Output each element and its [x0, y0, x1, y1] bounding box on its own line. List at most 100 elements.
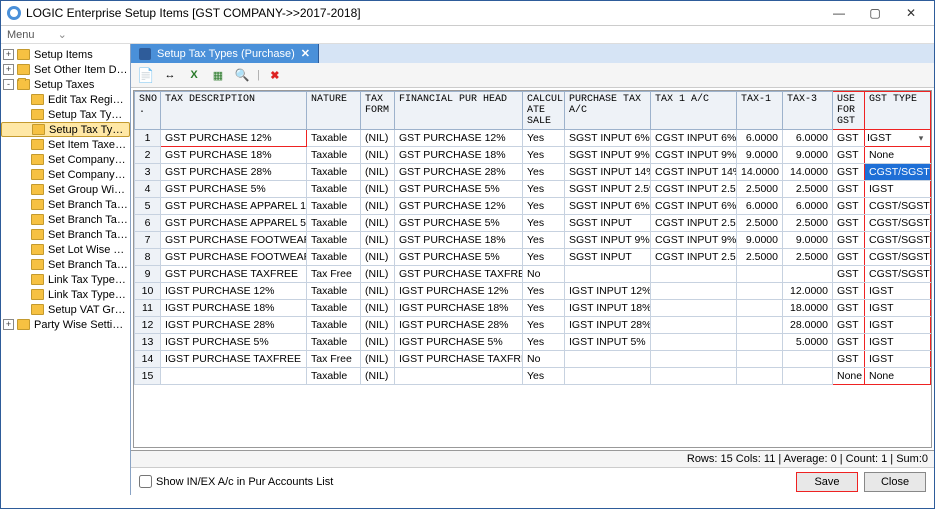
gst-type-cell[interactable]: CGST/SGST [865, 232, 931, 249]
sidebar-item-1[interactable]: +Set Other Item Details [1, 62, 130, 77]
gst-type-cell[interactable]: IGST [865, 300, 931, 317]
gst-type-cell[interactable]: None [865, 368, 931, 385]
cell[interactable]: GST PURCHASE FOOTWEAR 18% [161, 232, 307, 249]
col-header-4[interactable]: FINANCIAL PUR HEAD [395, 92, 523, 130]
table-row[interactable]: 5GST PURCHASE APPAREL 12%Taxable(NIL)GST… [135, 198, 931, 215]
maximize-button[interactable]: ▢ [858, 4, 892, 22]
cell[interactable]: 2.5000 [783, 181, 833, 198]
cell[interactable]: 11 [135, 300, 161, 317]
cell[interactable] [651, 351, 737, 368]
cell[interactable]: CGST INPUT 9% [651, 232, 737, 249]
tab-close-icon[interactable]: ✕ [301, 47, 310, 60]
col-header-10[interactable]: USE FOR GST [833, 92, 865, 130]
tree-toggle-icon[interactable]: + [3, 64, 14, 75]
cell[interactable]: GST [833, 249, 865, 266]
table-row[interactable]: 13IGST PURCHASE 5%Taxable(NIL)IGST PURCH… [135, 334, 931, 351]
cell[interactable]: IGST PURCHASE 18% [161, 300, 307, 317]
cell[interactable]: Taxable [307, 164, 361, 181]
gst-type-cell[interactable]: CGST/SGST [865, 266, 931, 283]
gst-type-cell[interactable]: CGST/SGST [865, 198, 931, 215]
cell[interactable]: Taxable [307, 368, 361, 385]
cell[interactable]: (NIL) [361, 249, 395, 266]
find-button[interactable]: 🔍 [233, 66, 251, 84]
cell[interactable]: SGST INPUT 6% [565, 130, 651, 147]
cell[interactable]: 10 [135, 283, 161, 300]
table-row[interactable]: 14IGST PURCHASE TAXFREETax Free(NIL)IGST… [135, 351, 931, 368]
gst-type-cell[interactable]: IGST [865, 283, 931, 300]
cell[interactable]: 9.0000 [783, 232, 833, 249]
cell[interactable]: (NIL) [361, 232, 395, 249]
save-button[interactable]: Save [796, 472, 858, 492]
cell[interactable]: (NIL) [361, 300, 395, 317]
gst-type-dropdown[interactable]: IGSTNoneCGST/SGSTIGST [865, 146, 931, 147]
cell[interactable]: Tax Free [307, 266, 361, 283]
cell[interactable]: 6.0000 [783, 198, 833, 215]
cell[interactable]: 18.0000 [783, 300, 833, 317]
cell[interactable] [737, 266, 783, 283]
cell[interactable]: 2.5000 [783, 249, 833, 266]
export-xls-button[interactable]: X [185, 66, 203, 84]
sidebar-item-15[interactable]: Link Tax Types(Rate Basis) - Sale [1, 272, 130, 287]
cell[interactable]: 13 [135, 334, 161, 351]
cell[interactable]: 6.0000 [737, 130, 783, 147]
cell[interactable]: (NIL) [361, 198, 395, 215]
cell[interactable]: Tax Free [307, 351, 361, 368]
autowidth-button[interactable]: ↔ [161, 66, 179, 84]
sidebar-item-4[interactable]: Setup Tax Types (Sale) [1, 107, 130, 122]
cell[interactable] [737, 283, 783, 300]
cell[interactable]: (NIL) [361, 130, 395, 147]
cell[interactable]: Taxable [307, 232, 361, 249]
cell[interactable]: IGST PURCHASE 28% [161, 317, 307, 334]
cell[interactable]: 3 [135, 164, 161, 181]
cell[interactable]: 2.5000 [737, 181, 783, 198]
cell[interactable]: (NIL) [361, 266, 395, 283]
cell[interactable] [737, 351, 783, 368]
cell[interactable]: (NIL) [361, 334, 395, 351]
close-button[interactable]: Close [864, 472, 926, 492]
cell[interactable]: 14 [135, 351, 161, 368]
sidebar-item-2[interactable]: -Setup Taxes [1, 77, 130, 92]
cell[interactable]: GST PURCHASE 5% [395, 249, 523, 266]
sidebar-item-11[interactable]: Set Branch Tax Group Wise Comp... [1, 212, 130, 227]
close-window-button[interactable]: ✕ [894, 4, 928, 22]
show-inex-checkbox[interactable] [139, 475, 152, 488]
cell[interactable]: GST PURCHASE 18% [395, 147, 523, 164]
col-header-8[interactable]: TAX-1 [737, 92, 783, 130]
sidebar-item-16[interactable]: Link Tax Types(Rate Basis) - Purch... [1, 287, 130, 302]
sidebar-item-13[interactable]: Set Lot Wise Taxes for Sale [1, 242, 130, 257]
cell[interactable]: Yes [523, 317, 565, 334]
cell[interactable] [651, 300, 737, 317]
cell[interactable] [783, 351, 833, 368]
export-grid-button[interactable]: ▦ [209, 66, 227, 84]
col-header-3[interactable]: TAX FORM [361, 92, 395, 130]
cell[interactable]: GST PURCHASE TAXFREE [395, 266, 523, 283]
cell[interactable]: GST [833, 215, 865, 232]
cell[interactable]: CGST INPUT 6% [651, 130, 737, 147]
cell[interactable] [651, 368, 737, 385]
cell[interactable]: 2.5000 [737, 249, 783, 266]
cell[interactable]: Yes [523, 300, 565, 317]
gst-type-cell[interactable]: CGST/SGST [865, 164, 931, 181]
tab-setup-tax-types-purchase[interactable]: Setup Tax Types (Purchase) ✕ [131, 44, 319, 63]
cell[interactable] [565, 351, 651, 368]
col-header-6[interactable]: PURCHASE TAX A/C [565, 92, 651, 130]
cell[interactable]: (NIL) [361, 181, 395, 198]
col-header-1[interactable]: TAX DESCRIPTION [161, 92, 307, 130]
cell[interactable]: (NIL) [361, 164, 395, 181]
cell[interactable]: GST [833, 334, 865, 351]
sidebar-item-18[interactable]: +Party Wise Settings [1, 317, 130, 332]
cell[interactable] [737, 368, 783, 385]
col-header-0[interactable]: SNO . [135, 92, 161, 130]
table-row[interactable]: 3GST PURCHASE 28%Taxable(NIL)GST PURCHAS… [135, 164, 931, 181]
gst-type-cell[interactable]: IGST [865, 351, 931, 368]
cell[interactable] [651, 317, 737, 334]
cell[interactable]: Taxable [307, 147, 361, 164]
cell[interactable]: GST PURCHASE 18% [161, 147, 307, 164]
cell[interactable]: Yes [523, 181, 565, 198]
minimize-button[interactable]: — [822, 4, 856, 22]
cell[interactable]: Yes [523, 147, 565, 164]
cell[interactable]: GST PURCHASE 12% [395, 198, 523, 215]
cell[interactable]: GST [833, 266, 865, 283]
cell[interactable]: SGST INPUT [565, 215, 651, 232]
cell[interactable]: Yes [523, 164, 565, 181]
